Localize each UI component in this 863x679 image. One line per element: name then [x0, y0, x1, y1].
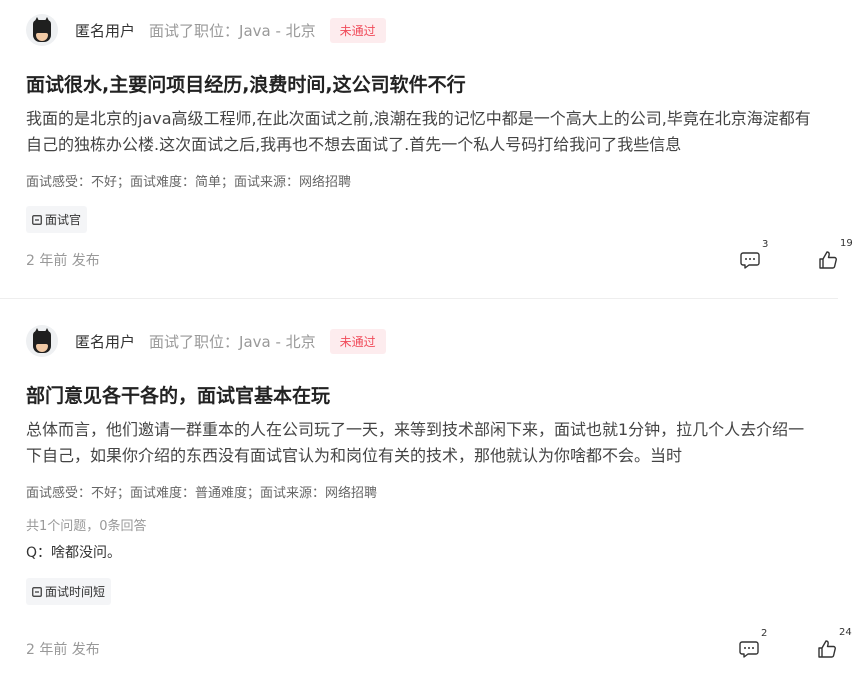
review-header: 匿名用户 面试了职位：Java - 北京 未通过 [26, 0, 838, 60]
like-count: 24 [839, 627, 852, 638]
interview-position: 面试了职位：Java - 北京 [149, 21, 316, 40]
like-count: 19 [840, 238, 853, 249]
like-button[interactable]: 19 [818, 238, 853, 270]
comment-button[interactable]: 2 [739, 628, 767, 658]
tag-label: 面试时间短 [45, 585, 106, 599]
post-time: 2 年前 发布 [26, 253, 100, 269]
review-title[interactable]: 面试很水,主要问项目经历,浪费时间,这公司软件不行 [26, 72, 838, 98]
status-badge: 未通过 [329, 328, 386, 354]
review-title[interactable]: 部门意见各干各的，面试官基本在玩 [26, 383, 837, 409]
like-button[interactable]: 24 [817, 627, 852, 659]
status-badge: 未通过 [329, 17, 386, 43]
review-body[interactable]: 总体而言，他们邀请一群重本的人在公司玩了一天，来等到技术部闲下来，面试也就1分钟… [26, 417, 837, 469]
interview-position: 面试了职位：Java - 北京 [149, 332, 316, 351]
review-card: 匿名用户 面试了职位：Java - 北京 未通过 部门意见各干各的，面试官基本在… [0, 311, 863, 679]
qa-question: Q：啥都没问。 [26, 545, 122, 561]
post-time: 2 年前 发布 [26, 642, 100, 658]
review-footer: 2 年前 发布 3 19 [26, 238, 853, 270]
review-meta: 面试感受：不好；面试难度：简单；面试来源：网络招聘 [26, 175, 352, 190]
comment-icon [739, 641, 759, 658]
thumbs-up-icon [818, 640, 836, 658]
username: 匿名用户 [75, 332, 136, 351]
username: 匿名用户 [75, 21, 136, 40]
tag-label: 面试官 [45, 213, 82, 227]
review-header: 匿名用户 面试了职位：Java - 北京 未通过 [26, 311, 837, 371]
tag-icon [32, 214, 42, 225]
tag-icon [32, 586, 42, 597]
review-tag[interactable]: 面试时间短 [26, 578, 112, 605]
review-meta: 面试感受：不好；面试难度：普通难度；面试来源：网络招聘 [26, 486, 378, 501]
avatar [26, 14, 58, 46]
review-body[interactable]: 我面的是北京的java高级工程师,在此次面试之前,浪潮在我的记忆中都是一个高大上… [26, 106, 838, 158]
avatar [26, 325, 58, 357]
review-tag[interactable]: 面试官 [26, 206, 88, 233]
comment-icon [740, 252, 760, 269]
comment-button[interactable]: 3 [740, 239, 768, 269]
comment-count: 2 [761, 628, 768, 639]
review-card: 匿名用户 面试了职位：Java - 北京 未通过 面试很水,主要问项目经历,浪费… [0, 0, 853, 299]
qa-count: 共1个问题，0条回答 [26, 519, 147, 534]
comment-count: 3 [762, 239, 769, 250]
thumbs-up-icon [819, 251, 837, 269]
review-footer: 2 年前 发布 2 24 [26, 627, 852, 659]
